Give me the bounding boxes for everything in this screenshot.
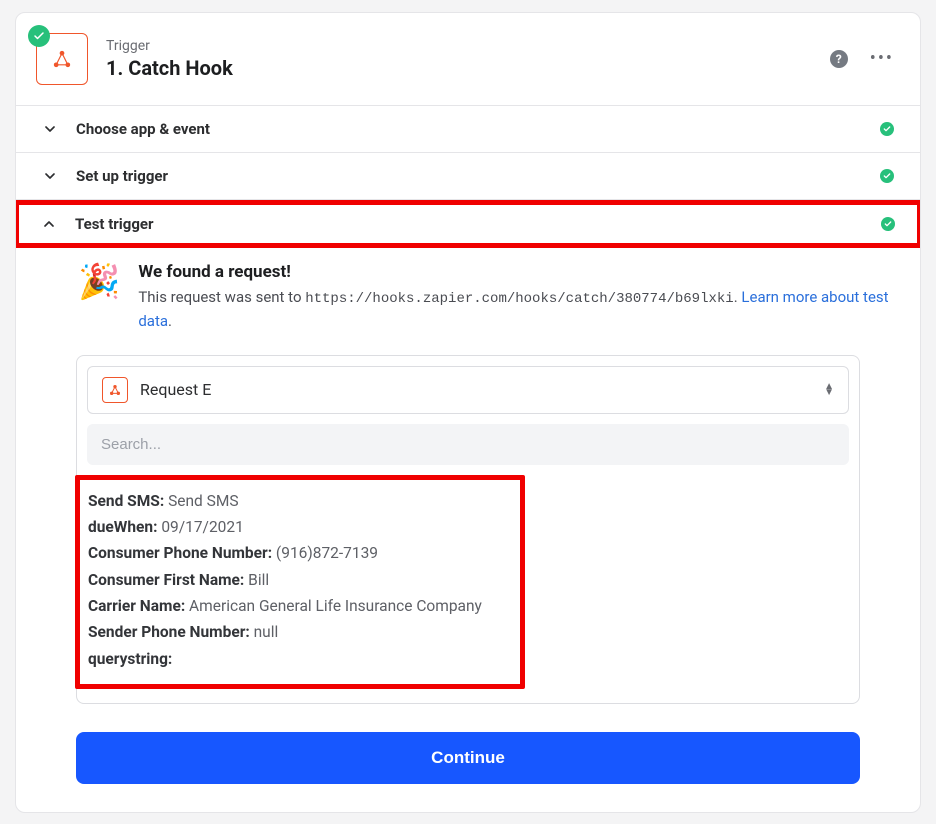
field-value: Bill (248, 571, 269, 589)
card-header: Trigger 1. Catch Hook ? ••• (16, 13, 920, 106)
footer-section: Continue (16, 704, 920, 812)
more-icon[interactable]: ••• (870, 50, 894, 68)
found-lead: This request was sent to (138, 288, 305, 306)
header-title: 1. Catch Hook (106, 56, 233, 80)
header-kicker: Trigger (106, 38, 233, 54)
found-request-text: We found a request! This request was sen… (138, 262, 894, 333)
row-label: Choose app & event (76, 120, 210, 138)
row-label: Test trigger (75, 215, 154, 233)
field-key: Consumer First Name: (88, 571, 244, 589)
field-value: (916)872-7139 (276, 544, 378, 562)
field-key: Sender Phone Number: (88, 623, 250, 641)
chevron-down-icon (42, 168, 58, 184)
dropdown-selected-label: Request E (140, 380, 211, 399)
search-input[interactable] (87, 424, 849, 465)
field-row: Sender Phone Number: null (88, 619, 512, 645)
sort-icon: ▲▼ (824, 384, 834, 396)
field-value: American General Life Insurance Company (189, 597, 482, 615)
highlight-test-trigger: Test trigger (15, 200, 921, 248)
header-actions: ? ••• (830, 50, 894, 68)
field-row: querystring: (88, 646, 512, 672)
found-title: We found a request! (138, 262, 894, 282)
field-row: Consumer First Name: Bill (88, 567, 512, 593)
found-request-section: 🎉 We found a request! This request was s… (16, 246, 920, 343)
found-dot: . (734, 288, 738, 306)
header-text: Trigger 1. Catch Hook (106, 38, 233, 80)
request-dropdown[interactable]: Request E ▲▼ (87, 366, 849, 414)
status-check-icon (28, 25, 50, 47)
field-value: null (254, 623, 279, 641)
party-icon: 🎉 (78, 262, 120, 333)
row-choose-app-event[interactable]: Choose app & event (16, 106, 920, 153)
chevron-down-icon (42, 121, 58, 137)
field-row: dueWhen: 09/17/2021 (88, 514, 512, 540)
row-status-check-icon (880, 169, 894, 183)
row-status-check-icon (880, 122, 894, 136)
chevron-up-icon (41, 216, 57, 232)
field-key: dueWhen: (88, 518, 157, 536)
continue-button[interactable]: Continue (76, 732, 860, 784)
found-description: This request was sent to https://hooks.z… (138, 286, 894, 333)
field-key: Consumer Phone Number: (88, 544, 272, 562)
found-url: https://hooks.zapier.com/hooks/catch/380… (305, 291, 733, 307)
field-value: 09/17/2021 (161, 518, 243, 536)
field-value: Send SMS (168, 492, 239, 510)
field-row: Carrier Name: American General Life Insu… (88, 593, 512, 619)
row-test-trigger[interactable]: Test trigger (19, 205, 917, 243)
field-key: querystring: (88, 650, 172, 668)
webhook-mini-icon (102, 377, 128, 403)
request-fields: Send SMS: Send SMSdueWhen: 09/17/2021Con… (77, 475, 859, 703)
row-status-check-icon (881, 217, 895, 231)
trigger-card: Trigger 1. Catch Hook ? ••• Choose app &… (15, 12, 921, 813)
request-dropdown-panel: Request E ▲▼ Send SMS: Send SMSdueWhen: … (76, 355, 860, 704)
row-label: Set up trigger (76, 167, 168, 185)
field-row: Consumer Phone Number: (916)872-7139 (88, 540, 512, 566)
search-wrap (77, 424, 859, 475)
row-set-up-trigger[interactable]: Set up trigger (16, 153, 920, 200)
found-dot2: . (168, 312, 172, 330)
field-key: Carrier Name: (88, 597, 185, 615)
field-row: Send SMS: Send SMS (88, 488, 512, 514)
app-badge-wrap (36, 33, 88, 85)
help-icon[interactable]: ? (830, 50, 848, 68)
field-key: Send SMS: (88, 492, 164, 510)
highlight-request-data: Send SMS: Send SMSdueWhen: 09/17/2021Con… (75, 475, 525, 689)
